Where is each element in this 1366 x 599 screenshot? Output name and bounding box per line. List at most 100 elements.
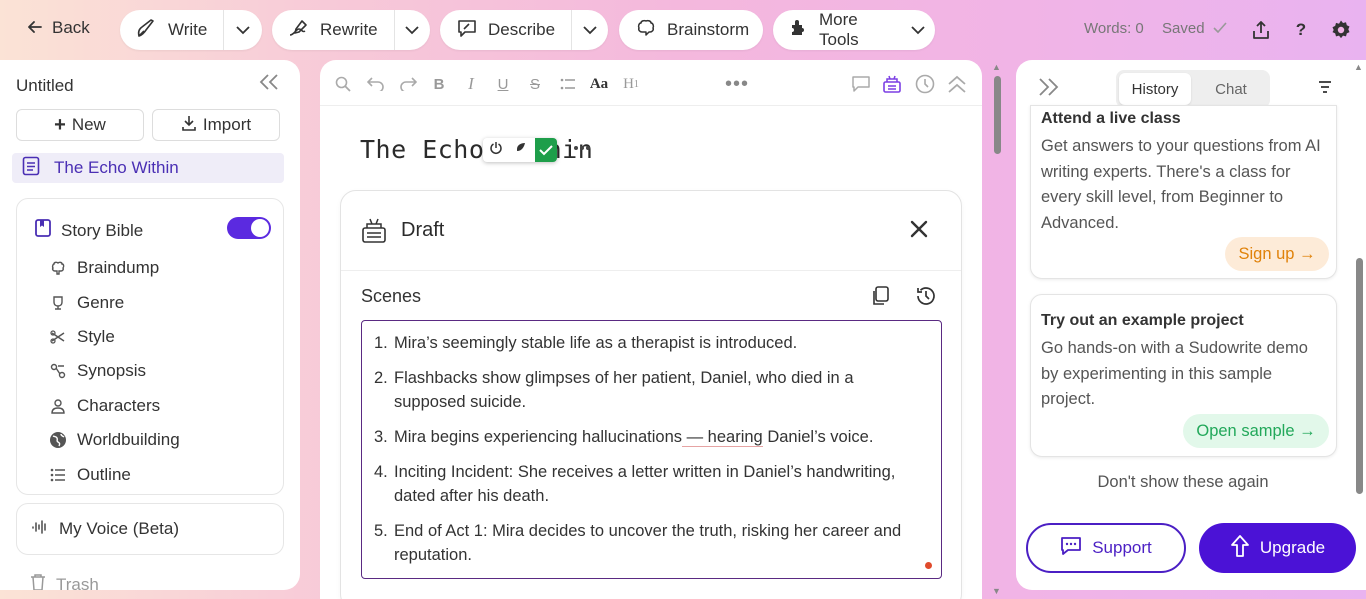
describe-dropdown-button[interactable]	[571, 10, 608, 50]
document-title[interactable]: The Echo Within	[360, 135, 593, 164]
more-options-icon[interactable]: •••	[725, 73, 748, 95]
saved-label: Saved	[1162, 20, 1205, 37]
italic-icon[interactable]: I	[460, 73, 482, 95]
sidebar-item-genre[interactable]: Genre	[49, 285, 180, 319]
feather-icon[interactable]	[513, 141, 527, 160]
left-sidebar: Untitled + New Import The Echo Within St…	[0, 60, 300, 590]
scene-item: 4. Inciting Incident: She receives a lett…	[374, 463, 896, 505]
brainstorm-button[interactable]: Brainstorm	[619, 10, 763, 50]
search-icon[interactable]	[332, 73, 354, 95]
describe-button[interactable]: Describe	[440, 10, 571, 50]
expand-panel-icon[interactable]	[1038, 78, 1060, 101]
write-button[interactable]: Write	[120, 10, 223, 50]
sidebar-item-label: Synopsis	[77, 361, 146, 381]
draft-robot-icon[interactable]	[881, 73, 903, 95]
import-button[interactable]: Import	[152, 109, 280, 141]
write-dropdown-button[interactable]	[223, 10, 261, 50]
comment-icon[interactable]	[850, 73, 872, 95]
filter-icon[interactable]	[1316, 80, 1334, 99]
characters-icon	[49, 398, 67, 414]
format-toolbar: B I U S Aa H1 •••	[320, 60, 982, 106]
write-label: Write	[168, 20, 208, 39]
title-more-icon[interactable]	[572, 138, 592, 163]
brain-icon	[49, 260, 67, 276]
bold-icon[interactable]: B	[428, 73, 450, 95]
open-sample-button[interactable]: Open sample →	[1183, 414, 1329, 448]
gear-icon[interactable]	[1330, 19, 1352, 41]
sidebar-item-label: Worldbuilding	[77, 430, 180, 450]
support-button[interactable]: Support	[1026, 523, 1186, 573]
scrollbar-thumb[interactable]	[1356, 258, 1363, 494]
sidebar-item-braindump[interactable]: Braindump	[49, 251, 180, 285]
story-bible-toggle[interactable]	[227, 217, 271, 239]
history-icon[interactable]	[914, 73, 936, 95]
scroll-up-arrow[interactable]: ▲	[1354, 62, 1363, 72]
sidebar-item-outline[interactable]: Outline	[49, 457, 180, 491]
tab-history[interactable]: History	[1119, 73, 1191, 105]
scroll-up-arrow[interactable]: ▲	[992, 62, 1001, 72]
chevron-down-icon	[911, 20, 925, 40]
scroll-down-arrow[interactable]: ▼	[992, 586, 1001, 596]
story-bible-header[interactable]: Story Bible	[35, 219, 143, 242]
chevron-down-icon	[583, 20, 597, 40]
editor-scrollbar[interactable]: ▲ ▼	[992, 60, 1002, 599]
undo-icon[interactable]	[365, 73, 387, 95]
scenes-textarea[interactable]: 1. Mira’s seemingly stable life as a ther…	[361, 320, 942, 579]
underline-icon[interactable]: U	[492, 73, 514, 95]
speech-bubble-icon	[456, 17, 478, 44]
write-tool: Write	[120, 10, 262, 50]
describe-tool: Describe	[440, 10, 608, 50]
copy-icon[interactable]	[871, 286, 889, 311]
rewrite-dropdown-button[interactable]	[393, 10, 430, 50]
tab-chat[interactable]: Chat	[1195, 73, 1267, 105]
dont-show-again-link[interactable]: Don't show these again	[1016, 473, 1350, 492]
trash-icon	[30, 573, 46, 590]
collapse-sidebar-icon[interactable]	[259, 74, 279, 95]
scrollbar-thumb[interactable]	[994, 76, 1001, 154]
close-icon[interactable]	[909, 219, 929, 244]
document-icon	[22, 156, 40, 181]
describe-label: Describe	[488, 20, 556, 39]
right-panel-scrollbar[interactable]: ▲	[1354, 60, 1364, 590]
synopsis-icon	[49, 363, 67, 379]
my-voice-button[interactable]: My Voice (Beta)	[16, 503, 284, 555]
title-actions-chip	[483, 138, 557, 162]
sign-up-button[interactable]: Sign up →	[1225, 237, 1329, 271]
document-item-the-echo-within[interactable]: The Echo Within	[12, 153, 284, 183]
story-bible-panel: Story Bible Braindump Genre Style Synops…	[16, 198, 284, 495]
font-size-icon[interactable]: Aa	[588, 73, 610, 95]
back-button[interactable]: Back	[28, 18, 90, 38]
sidebar-item-label: Style	[77, 326, 115, 346]
bullet-list-icon[interactable]	[557, 73, 579, 95]
scenes-label: Scenes	[361, 286, 422, 306]
import-label: Import	[202, 115, 252, 134]
power-icon[interactable]	[489, 141, 503, 160]
strikethrough-icon[interactable]: S	[524, 73, 546, 95]
rewrite-button[interactable]: Rewrite	[272, 10, 394, 50]
scene-item: 3. Mira begins experiencing hallucination…	[374, 428, 874, 447]
checkmark-icon[interactable]	[535, 138, 557, 162]
history-icon[interactable]	[915, 285, 937, 312]
sidebar-item-synopsis[interactable]: Synopsis	[49, 354, 180, 388]
rewrite-tool: Rewrite	[272, 10, 430, 50]
redo-icon[interactable]	[397, 73, 419, 95]
new-document-button[interactable]: + New	[16, 109, 144, 141]
puzzle-icon	[789, 18, 809, 43]
genre-icon	[49, 295, 67, 311]
sidebar-item-characters[interactable]: Characters	[49, 389, 180, 423]
collapse-up-icon[interactable]	[946, 73, 968, 95]
help-icon[interactable]: ?	[1290, 19, 1312, 41]
sidebar-item-style[interactable]: Style	[49, 320, 180, 354]
new-label: New	[71, 115, 106, 134]
sidebar-item-worldbuilding[interactable]: Worldbuilding	[49, 423, 180, 457]
trash-button[interactable]: Trash	[30, 573, 99, 590]
rewrite-label: Rewrite	[320, 20, 378, 39]
document-label: The Echo Within	[54, 158, 179, 177]
export-icon[interactable]	[1250, 19, 1272, 41]
heading-icon[interactable]: H1	[620, 73, 642, 95]
more-tools-button[interactable]: More Tools	[773, 10, 935, 50]
spellcheck-marked-text: — hearing	[682, 428, 763, 447]
draft-panel: Draft Scenes 1. Mira’s seemingly stable l…	[340, 190, 962, 599]
upgrade-button[interactable]: Upgrade	[1199, 523, 1356, 573]
sidebar-item-label: Characters	[77, 395, 161, 415]
